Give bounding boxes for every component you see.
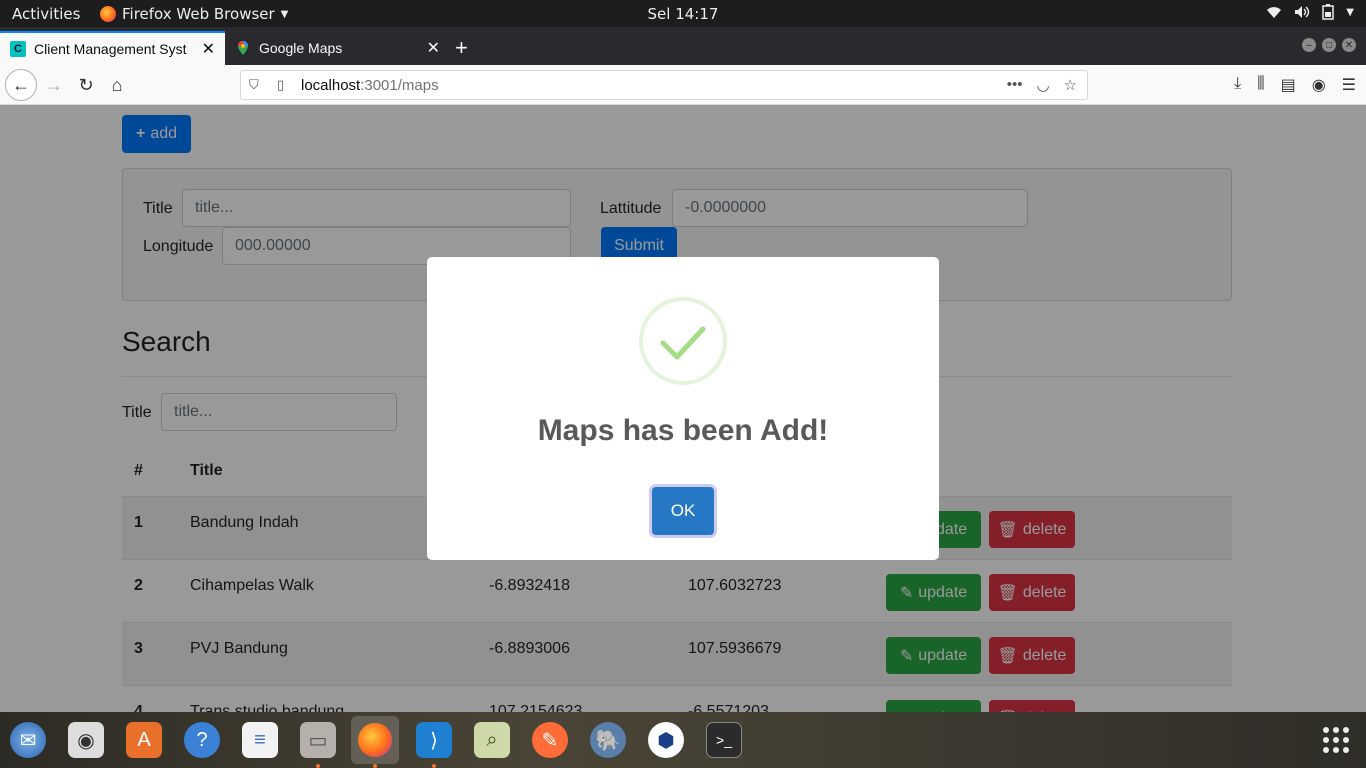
downloads-icon[interactable]: ⤓	[1234, 75, 1241, 95]
tab-strip: C Client Management Syst ✕ Google Maps ✕…	[0, 27, 1366, 65]
pocket-icon[interactable]: ◡	[1036, 76, 1049, 94]
firefox-icon[interactable]	[351, 716, 399, 764]
running-indicator	[432, 764, 436, 768]
app-menu[interactable]: Firefox Web Browser ▼	[100, 5, 288, 23]
software-center-icon[interactable]: A	[126, 722, 162, 758]
page-actions-icon[interactable]: •••	[1007, 76, 1023, 94]
close-tab-icon[interactable]: ✕	[202, 39, 215, 59]
dock: ✉ ◉ A ? ≡ ▭ ⟩ ⌕ ✎ 🐘 ⬢ >_	[0, 712, 1366, 768]
terminal-icon[interactable]: >_	[706, 722, 742, 758]
new-tab-button[interactable]: +	[455, 35, 468, 61]
dialog-title: Maps has been Add!	[537, 414, 829, 447]
caret-down-icon: ▼	[280, 8, 289, 20]
back-button[interactable]: ←	[5, 69, 37, 101]
tab-client-management[interactable]: C Client Management Syst ✕	[0, 31, 225, 65]
image-viewer-icon[interactable]: ⌕	[474, 722, 510, 758]
clock[interactable]: Sel 14:17	[648, 5, 719, 23]
close-window-icon[interactable]: ✕	[1342, 38, 1356, 52]
reload-button[interactable]: ↻	[72, 71, 100, 99]
minimize-window-icon[interactable]: –	[1302, 38, 1316, 52]
checkmark-icon	[660, 326, 706, 360]
volume-icon	[1295, 6, 1310, 18]
vscode-icon[interactable]: ⟩	[416, 722, 452, 758]
thunderbird-icon[interactable]: ✉	[10, 722, 46, 758]
forward-button[interactable]: →	[40, 71, 68, 99]
system-top-bar: Activities Firefox Web Browser ▼ Sel 14:…	[0, 0, 1366, 27]
url-bar[interactable]: ⛉ ▯ localhost:3001/maps ••• ◡ ☆	[240, 70, 1088, 100]
sidebar-icon[interactable]: ▤	[1281, 75, 1296, 95]
url-text[interactable]: localhost:3001/maps	[301, 77, 1007, 94]
maps-pin-icon	[238, 41, 248, 55]
running-indicator	[373, 764, 377, 768]
activities-button[interactable]: Activities	[12, 5, 80, 23]
library-icon[interactable]: ⫼	[1257, 75, 1264, 95]
tab-label: Google Maps	[259, 40, 343, 56]
show-applications-icon[interactable]	[1320, 724, 1352, 756]
maximize-window-icon[interactable]: □	[1322, 38, 1336, 52]
page-info-icon[interactable]: ▯	[277, 77, 291, 93]
wifi-icon	[1267, 7, 1282, 18]
running-indicator	[316, 764, 320, 768]
client-favicon-icon: C	[10, 41, 26, 57]
studio3t-icon[interactable]: ⬢	[648, 722, 684, 758]
rhythmbox-icon[interactable]: ◉	[68, 722, 104, 758]
tab-google-maps[interactable]: Google Maps ✕	[225, 31, 450, 65]
tracking-shield-icon[interactable]: ⛉	[249, 77, 263, 93]
pgadmin-icon[interactable]: 🐘	[590, 722, 626, 758]
app-menu-label: Firefox Web Browser	[122, 5, 275, 23]
postman-icon[interactable]: ✎	[532, 722, 568, 758]
system-tray[interactable]: ▼	[1266, 4, 1354, 20]
account-icon[interactable]: ◉	[1312, 75, 1326, 95]
home-button[interactable]: ⌂	[103, 71, 131, 99]
bookmark-star-icon[interactable]: ☆	[1064, 76, 1077, 94]
battery-icon	[1322, 4, 1335, 20]
close-tab-icon[interactable]: ✕	[427, 38, 440, 58]
tab-label: Client Management Syst	[34, 41, 187, 57]
success-dialog: Maps has been Add! OK	[427, 257, 939, 560]
ok-button[interactable]: OK	[652, 487, 714, 535]
help-icon[interactable]: ?	[184, 722, 220, 758]
success-circle	[639, 297, 727, 385]
navigation-toolbar: ← → ↻ ⌂ ⛉ ▯ localhost:3001/maps ••• ◡ ☆ …	[0, 65, 1366, 105]
chevron-down-icon: ▼	[1346, 6, 1354, 18]
menu-icon[interactable]: ☰	[1342, 75, 1356, 95]
text-editor-icon[interactable]: ≡	[242, 722, 278, 758]
firefox-icon	[100, 6, 116, 22]
files-icon[interactable]: ▭	[300, 722, 336, 758]
